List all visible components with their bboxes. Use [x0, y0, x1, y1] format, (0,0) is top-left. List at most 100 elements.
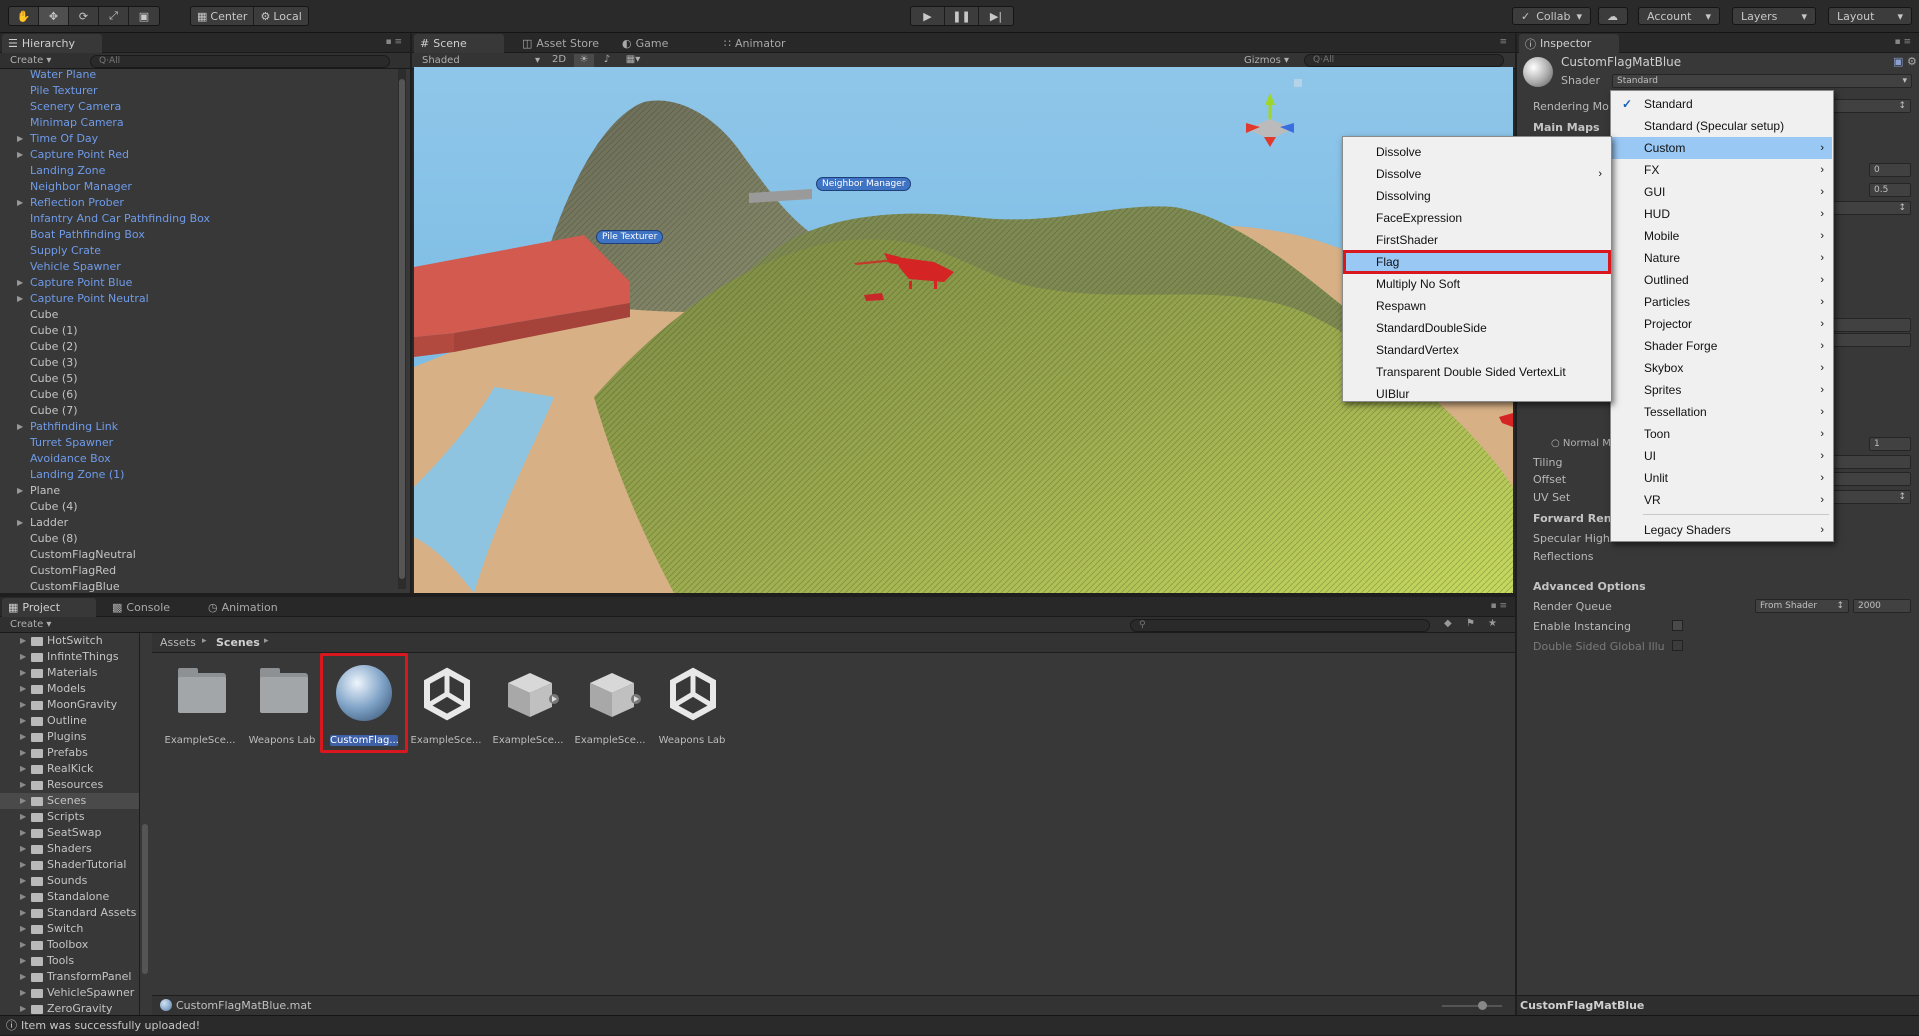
hierarchy-item[interactable]: Boat Pathfinding Box [0, 227, 396, 243]
effects-icon[interactable]: ▦▾ [620, 54, 646, 65]
folder-item[interactable]: ▶ MoonGravity [0, 697, 139, 713]
shader-menu-item[interactable]: GUI › [1612, 181, 1832, 203]
hierarchy-item[interactable]: Water Plane [0, 67, 396, 83]
gizmos-dropdown[interactable]: Gizmos ▾ [1244, 55, 1289, 66]
hierarchy-scrollbar[interactable] [398, 69, 406, 589]
folder-item[interactable]: ▶ VehicleSpawner [0, 985, 139, 1001]
project-create-button[interactable]: Create ▾ [10, 619, 51, 630]
custom-shader-item[interactable]: Multiply No Soft [1344, 273, 1610, 295]
custom-shader-item[interactable]: StandardDoubleSide [1344, 317, 1610, 339]
shader-menu-item[interactable]: HUD › [1612, 203, 1832, 225]
folder-item[interactable]: ▶ Tools [0, 953, 139, 969]
expand-arrow-icon[interactable]: ▶ [20, 953, 26, 969]
inspector-menu-icon[interactable]: ▪ ≡ [1894, 37, 1911, 47]
normal-scale-value[interactable]: 1 [1869, 437, 1911, 451]
shader-menu-item[interactable]: Legacy Shaders › [1612, 519, 1832, 541]
expand-arrow-icon[interactable]: ▶ [20, 825, 26, 841]
hierarchy-item[interactable]: Supply Crate [0, 243, 396, 259]
rotate-tool-icon[interactable]: ⟳ [69, 7, 99, 25]
folder-item[interactable]: ▶ Materials [0, 665, 139, 681]
shader-menu-item[interactable]: Mobile › [1612, 225, 1832, 247]
hierarchy-item[interactable]: Landing Zone [0, 163, 396, 179]
render-queue-dropdown[interactable]: From Shader ↕ [1755, 599, 1849, 613]
tab-scene[interactable]: # Scene [414, 34, 504, 53]
panel-menu-icon[interactable]: ▪ ≡ [385, 37, 402, 47]
custom-shader-item[interactable]: Transparent Double Sided VertexLit [1344, 361, 1610, 383]
expand-arrow-icon[interactable]: ▶ [20, 889, 26, 905]
help-icon[interactable]: ▣ [1893, 55, 1903, 68]
hierarchy-item[interactable]: ▶ Reflection Prober [0, 195, 396, 211]
folder-item[interactable]: ▶ Standard Assets [0, 905, 139, 921]
custom-shader-item[interactable]: Dissolving [1344, 185, 1610, 207]
custom-shader-item[interactable]: FaceExpression [1344, 207, 1610, 229]
hierarchy-item[interactable]: CustomFlagRed [0, 563, 396, 579]
layout-dropdown[interactable]: Layout ▾ [1828, 7, 1912, 25]
folder-item[interactable]: ▶ Shaders [0, 841, 139, 857]
gear-icon[interactable]: ⚙ [1907, 55, 1917, 68]
custom-shader-item[interactable]: UIBlur [1344, 383, 1610, 405]
hierarchy-item[interactable]: Infantry And Car Pathfinding Box [0, 211, 396, 227]
tab-hierarchy[interactable]: ☰ Hierarchy [2, 34, 102, 53]
hierarchy-item[interactable]: Turret Spawner [0, 435, 396, 451]
shader-menu-item[interactable]: FX › [1612, 159, 1832, 181]
folder-item[interactable]: ▶ Sounds [0, 873, 139, 889]
asset-item[interactable]: ExampleSce... [160, 657, 240, 757]
expand-arrow-icon[interactable]: ▶ [20, 681, 26, 697]
cloud-icon[interactable]: ☁ [1598, 7, 1628, 25]
enable-instancing-checkbox[interactable] [1672, 620, 1683, 631]
folder-item[interactable]: ▶ HotSwitch [0, 633, 139, 649]
expand-arrow-icon[interactable]: ▶ [20, 793, 26, 809]
hierarchy-item[interactable]: ▶ Time Of Day [0, 131, 396, 147]
inspector-preview-bar[interactable]: CustomFlagMatBlue [1517, 995, 1919, 1015]
hierarchy-item[interactable]: Cube (3) [0, 355, 396, 371]
hierarchy-item[interactable]: Avoidance Box [0, 451, 396, 467]
expand-arrow-icon[interactable]: ▶ [17, 147, 23, 163]
custom-shader-item[interactable]: Respawn [1344, 295, 1610, 317]
hierarchy-item[interactable]: CustomFlagNeutral [0, 547, 396, 563]
expand-arrow-icon[interactable]: ▶ [17, 131, 23, 147]
expand-arrow-icon[interactable]: ▶ [20, 777, 26, 793]
shaded-dropdown[interactable]: Shaded ▾ [422, 55, 540, 66]
expand-arrow-icon[interactable]: ▶ [20, 697, 26, 713]
pile-texturer-label[interactable]: Pile Texturer [596, 230, 664, 244]
folder-item[interactable]: ▶ Switch [0, 921, 139, 937]
expand-arrow-icon[interactable]: ▶ [17, 195, 23, 211]
hierarchy-item[interactable]: ▶ Plane [0, 483, 396, 499]
expand-arrow-icon[interactable]: ▶ [20, 921, 26, 937]
pivot-local-button[interactable]: ⚙ Local [254, 7, 307, 25]
folder-item[interactable]: ▶ InfinteThings [0, 649, 139, 665]
shader-menu-item[interactable]: Tessellation › [1612, 401, 1832, 423]
shader-menu-item[interactable]: Particles › [1612, 291, 1832, 313]
custom-shader-item[interactable]: Flag [1343, 250, 1611, 274]
shader-menu-item[interactable]: UI › [1612, 445, 1832, 467]
hierarchy-item[interactable]: Landing Zone (1) [0, 467, 396, 483]
2d-toggle[interactable]: 2D [548, 54, 570, 65]
scene-search[interactable]: Q·All [1304, 54, 1504, 67]
filter-type-icon[interactable]: ◆ [1444, 618, 1452, 629]
shader-menu-item[interactable]: Standard (Specular setup) [1612, 115, 1832, 137]
scene-menu-icon[interactable]: ≡ [1499, 37, 1507, 47]
tab-inspector[interactable]: ⓘ Inspector [1519, 34, 1619, 53]
render-queue-value[interactable]: 2000 [1853, 599, 1911, 613]
hierarchy-item[interactable]: Cube (5) [0, 371, 396, 387]
breadcrumb-assets[interactable]: Assets [160, 636, 196, 649]
hierarchy-item[interactable]: Cube (1) [0, 323, 396, 339]
rect-tool-icon[interactable]: ▣ [129, 7, 159, 25]
tab-asset-store[interactable]: ◫ Asset Store [516, 34, 607, 53]
pivot-center-button[interactable]: ▦ Center [191, 7, 255, 25]
shader-menu-item[interactable]: ✓ Standard [1612, 93, 1832, 115]
move-tool-icon[interactable]: ✥ [39, 7, 69, 25]
expand-arrow-icon[interactable]: ▶ [20, 873, 26, 889]
shader-menu-item[interactable]: Shader Forge › [1612, 335, 1832, 357]
folder-item[interactable]: ▶ Prefabs [0, 745, 139, 761]
audio-icon[interactable]: ♪ [598, 54, 616, 65]
folder-item[interactable]: ▶ Models [0, 681, 139, 697]
hierarchy-item[interactable]: Cube [0, 307, 396, 323]
asset-item[interactable]: ExampleSce... [406, 657, 486, 757]
shader-menu-item[interactable]: Unlit › [1612, 467, 1832, 489]
icon-size-slider-handle[interactable] [1478, 1001, 1487, 1010]
hierarchy-item[interactable]: ▶ Ladder [0, 515, 396, 531]
custom-shader-item[interactable]: Dissolve › [1344, 163, 1610, 185]
asset-item[interactable]: ExampleSce... [488, 657, 568, 757]
folder-item[interactable]: ▶ SeatSwap [0, 825, 139, 841]
